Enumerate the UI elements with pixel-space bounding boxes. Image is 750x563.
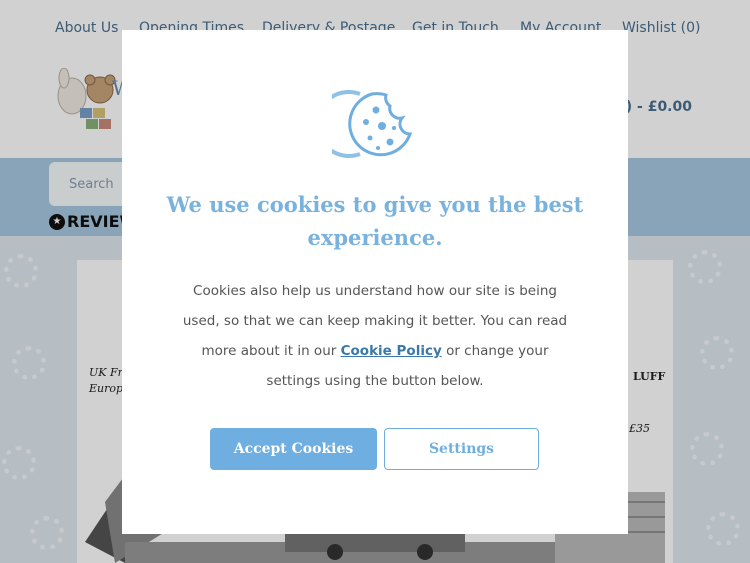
cookie-settings-button[interactable]: Settings	[384, 428, 539, 470]
modal-title: We use cookies to give you the best expe…	[166, 192, 584, 250]
modal-body: Cookies also help us understand how our …	[182, 276, 568, 396]
accept-cookies-button[interactable]: Accept Cookies	[210, 428, 377, 470]
cookie-icon	[332, 90, 413, 158]
cookie-consent-modal: We use cookies to give you the best expe…	[122, 30, 628, 534]
cookie-policy-link[interactable]: Cookie Policy	[341, 343, 442, 359]
